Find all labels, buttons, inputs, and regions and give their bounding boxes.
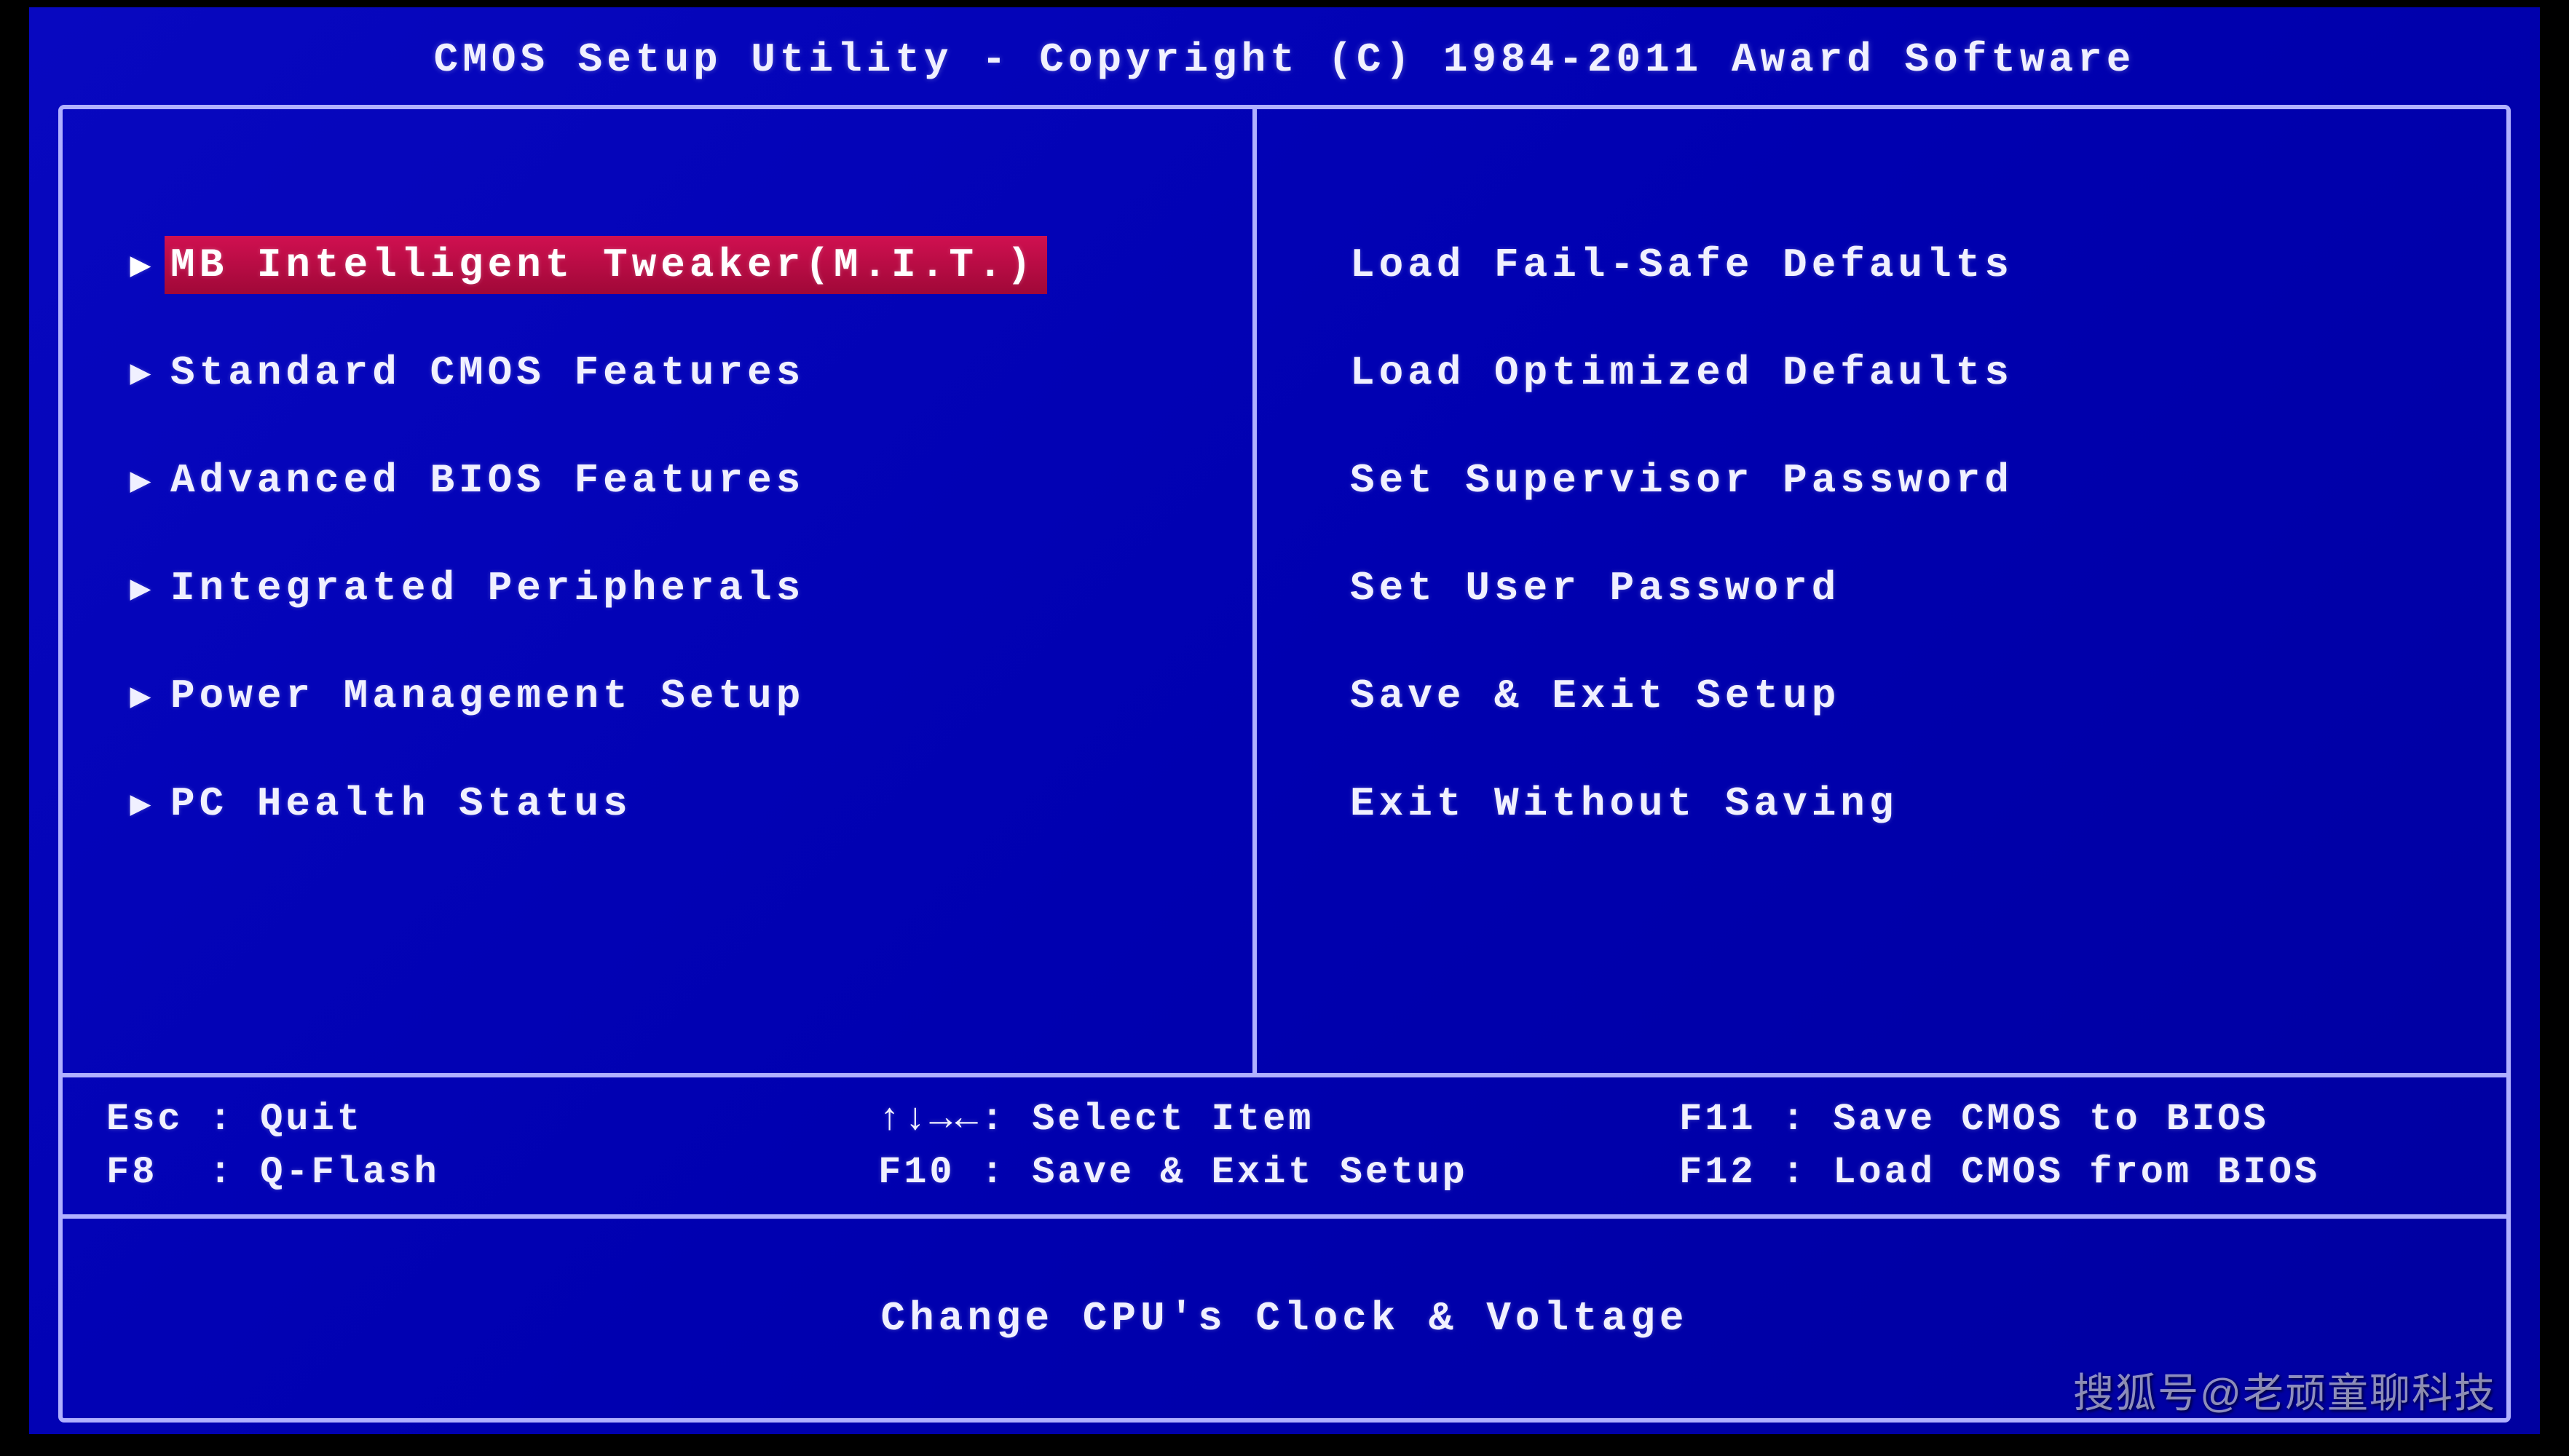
menu-item-mit[interactable]: ▶ MB Intelligent Tweaker(M.I.T.)	[121, 211, 1209, 319]
help-f10-save-exit: F10 : Save & Exit Setup	[878, 1151, 1679, 1194]
menu-item-integrated-peripherals[interactable]: ▶ Integrated Peripherals	[121, 534, 1209, 642]
bios-screen: CMOS Setup Utility - Copyright (C) 1984-…	[29, 7, 2540, 1434]
menu-item-label: Exit Without Saving	[1344, 775, 1910, 833]
help-f12-load-cmos: F12 : Load CMOS from BIOS	[1679, 1151, 2463, 1194]
submenu-arrow-icon: ▶	[121, 567, 165, 610]
description-text: Change CPU's Clock & Voltage	[881, 1295, 1689, 1342]
menu-item-user-password[interactable]: Set User Password	[1344, 534, 2463, 642]
menu-item-load-optimized[interactable]: Load Optimized Defaults	[1344, 319, 2463, 427]
submenu-arrow-icon: ▶	[121, 352, 165, 395]
menu-item-label: Standard CMOS Features	[165, 344, 816, 402]
menu-item-label: Integrated Peripherals	[165, 559, 816, 617]
submenu-arrow-icon: ▶	[121, 244, 165, 287]
menu-item-label: Set Supervisor Password	[1344, 451, 2025, 510]
menu-item-supervisor-password[interactable]: Set Supervisor Password	[1344, 427, 2463, 534]
main-frame: ▶ MB Intelligent Tweaker(M.I.T.) ▶ Stand…	[58, 105, 2511, 1423]
watermark: 搜狐号@老顽童聊科技	[2073, 1361, 2496, 1420]
menu-item-label: Load Fail-Safe Defaults	[1344, 236, 2025, 294]
watermark-text: 搜狐号@老顽童聊科技	[2073, 1370, 2496, 1416]
help-f8-qflash: F8 : Q-Flash	[106, 1151, 878, 1194]
menu-item-standard-cmos[interactable]: ▶ Standard CMOS Features	[121, 319, 1209, 427]
submenu-arrow-icon: ▶	[121, 675, 165, 718]
menu-item-label: Advanced BIOS Features	[165, 451, 816, 510]
help-arrows-select: ↑↓→←: Select Item	[878, 1098, 1679, 1141]
help-row-1: Esc : Quit ↑↓→←: Select Item F11 : Save …	[106, 1098, 2463, 1141]
help-f11-save-cmos: F11 : Save CMOS to BIOS	[1679, 1098, 2463, 1141]
menu-item-advanced-bios[interactable]: ▶ Advanced BIOS Features	[121, 427, 1209, 534]
menu-item-power-management[interactable]: ▶ Power Management Setup	[121, 642, 1209, 750]
menu-item-label: PC Health Status	[165, 775, 644, 833]
help-bar: Esc : Quit ↑↓→←: Select Item F11 : Save …	[63, 1073, 2506, 1214]
title-text: CMOS Setup Utility - Copyright (C) 1984-…	[434, 36, 2136, 83]
menu-column-right: Load Fail-Safe Defaults Load Optimized D…	[1257, 109, 2506, 1073]
menu-panels: ▶ MB Intelligent Tweaker(M.I.T.) ▶ Stand…	[63, 109, 2506, 1073]
menu-item-label: MB Intelligent Tweaker(M.I.T.)	[165, 236, 1047, 294]
menu-item-label: Save & Exit Setup	[1344, 667, 1852, 725]
help-row-2: F8 : Q-Flash F10 : Save & Exit Setup F12…	[106, 1151, 2463, 1194]
menu-item-label: Load Optimized Defaults	[1344, 344, 2025, 402]
help-esc-quit: Esc : Quit	[106, 1098, 878, 1141]
menu-item-save-exit[interactable]: Save & Exit Setup	[1344, 642, 2463, 750]
title-bar: CMOS Setup Utility - Copyright (C) 1984-…	[29, 7, 2540, 105]
arrow-keys-icon: ↑↓→←	[878, 1098, 981, 1141]
menu-item-label: Power Management Setup	[165, 667, 816, 725]
submenu-arrow-icon: ▶	[121, 783, 165, 826]
menu-item-label: Set User Password	[1344, 559, 1852, 617]
menu-item-pc-health[interactable]: ▶ PC Health Status	[121, 750, 1209, 858]
menu-item-load-failsafe[interactable]: Load Fail-Safe Defaults	[1344, 211, 2463, 319]
menu-column-left: ▶ MB Intelligent Tweaker(M.I.T.) ▶ Stand…	[63, 109, 1257, 1073]
menu-item-exit-no-save[interactable]: Exit Without Saving	[1344, 750, 2463, 858]
submenu-arrow-icon: ▶	[121, 459, 165, 502]
